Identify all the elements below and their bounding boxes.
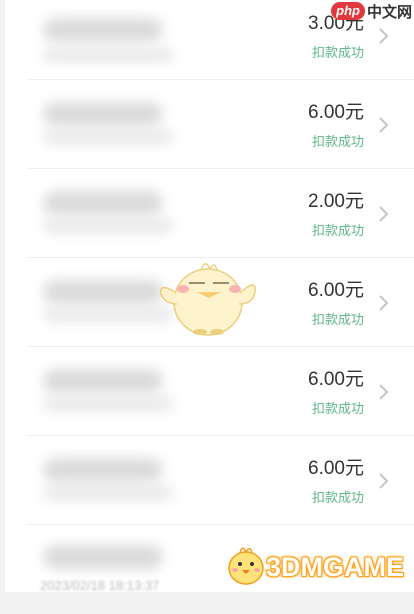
blurred-subtitle [43,130,173,144]
chevron-right-icon [379,295,389,311]
php-watermark-logo: php 中文网 [331,0,412,22]
amount-text: 6.00元 [308,369,364,390]
blurred-title [43,191,163,215]
3dmgame-watermark-logo: 3DMGAME [222,538,412,592]
chevron-right-icon [379,206,389,222]
amount-text: 6.00元 [308,280,364,301]
bottom-date-text: 2023/02/18 18:13:37 [40,578,160,593]
blurred-title [43,18,163,42]
status-text: 扣款成功 [311,312,364,327]
chick-mascot-icon [160,263,256,336]
amount-text: 6.00元 [308,102,364,123]
blurred-subtitle [43,397,173,411]
status-text: 扣款成功 [311,134,364,149]
blurred-title [43,280,163,304]
blurred-subtitle [43,219,173,233]
brand-text: 3DMGAME [266,552,405,582]
blurred-title [43,369,163,393]
chevron-right-icon [379,384,389,400]
chevron-right-icon [379,28,389,44]
blurred-title [43,545,163,569]
blurred-title [43,102,163,126]
list-item[interactable]: 6.00元 扣款成功 [5,80,414,169]
status-text: 扣款成功 [311,223,364,238]
blurred-subtitle [43,308,173,322]
list-item[interactable]: 6.00元 扣款成功 [5,347,414,436]
chevron-right-icon [379,117,389,133]
blurred-subtitle [43,486,173,500]
amount-text: 2.00元 [308,191,364,212]
status-text: 扣款成功 [311,45,364,60]
php-badge: php [331,2,365,20]
list-item[interactable]: 6.00元 扣款成功 [5,436,414,525]
chevron-right-icon [379,473,389,489]
status-text: 扣款成功 [311,401,364,416]
status-text: 扣款成功 [311,490,364,505]
blurred-subtitle [43,48,173,62]
php-site-name: 中文网 [366,3,412,21]
brand-chick-icon [228,547,264,585]
blurred-title [43,458,163,482]
amount-text: 6.00元 [308,458,364,479]
list-item[interactable]: 2.00元 扣款成功 [5,169,414,258]
